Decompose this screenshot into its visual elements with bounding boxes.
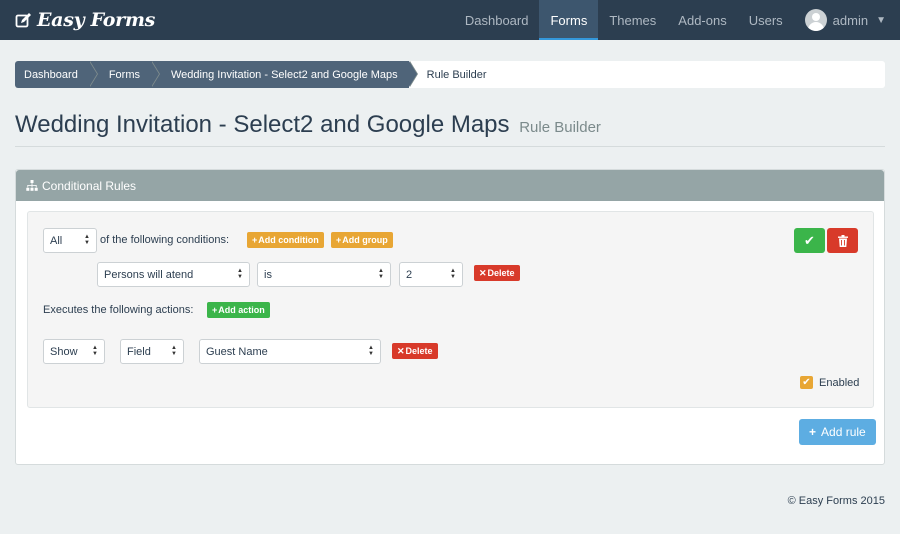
action-target-value: Field [127, 345, 151, 358]
action-field-value: Guest Name [206, 345, 268, 358]
user-menu[interactable]: admin ▼ [794, 0, 900, 40]
breadcrumb-item-form[interactable]: Wedding Invitation - Select2 and Google … [151, 61, 418, 88]
delete-action-label: Delete [405, 346, 433, 356]
panel-title: Conditional Rules [42, 178, 137, 193]
breadcrumb-current: Rule Builder [426, 68, 487, 81]
select-arrows-icon: ▲ ▼ [92, 345, 98, 357]
add-rule-button[interactable]: + Add rule [799, 419, 876, 445]
action-target-select[interactable]: Field ▲ ▼ [120, 339, 184, 364]
match-select[interactable]: All ▲ ▼ [43, 228, 97, 253]
checkmark-icon: ✔ [802, 377, 811, 388]
add-group-button[interactable]: + Add group [331, 232, 393, 248]
user-name: admin [832, 12, 869, 28]
enabled-checkbox[interactable]: ✔ [800, 376, 813, 389]
condition-value-value: 2 [406, 268, 413, 281]
breadcrumb-item-forms[interactable]: Forms [88, 61, 161, 88]
top-navbar: Easy Forms Dashboard Forms Themes Add-on… [0, 0, 900, 40]
action-field-select[interactable]: Guest Name ▲ ▼ [199, 339, 381, 364]
rule-card: All ▲ ▼ of the following conditions: + Add… [27, 211, 874, 408]
main-nav: Dashboard Forms Themes Add-ons Users adm… [454, 0, 900, 40]
condition-field-value: Persons will atend [104, 268, 194, 281]
caret-down-icon: ▼ [876, 14, 886, 26]
action-type-select[interactable]: Show ▲ ▼ [43, 339, 105, 364]
select-arrows-icon: ▲ ▼ [171, 345, 177, 357]
edit-icon [15, 12, 31, 27]
delete-condition-label: Delete [487, 268, 515, 278]
plus-icon: + [212, 305, 218, 315]
plus-icon: + [252, 235, 258, 245]
conditions-label: of the following conditions: [100, 234, 230, 246]
select-arrows-icon: ▲ ▼ [378, 268, 384, 280]
plus-icon: + [809, 425, 817, 439]
nav-item-dashboard[interactable]: Dashboard [454, 0, 540, 40]
trash-icon [837, 234, 848, 247]
panel-heading: Conditional Rules [16, 170, 884, 201]
add-action-button[interactable]: + Add action [207, 302, 270, 318]
close-icon: ✕ [397, 345, 405, 356]
conditional-rules-panel: Conditional Rules All ▲ ▼ of the followin… [15, 169, 885, 465]
header-divider [15, 146, 885, 147]
condition-field-select[interactable]: Persons will atend ▲ ▼ [97, 262, 250, 287]
condition-value-select[interactable]: 2 ▲ ▼ [399, 262, 463, 287]
select-arrows-icon: ▲ ▼ [450, 268, 456, 280]
delete-condition-button[interactable]: ✕ Delete [474, 265, 520, 281]
match-select-value: All [50, 234, 63, 247]
plus-icon: + [336, 235, 342, 245]
action-type-value: Show [50, 345, 78, 358]
enabled-label: Enabled [819, 377, 860, 389]
user-avatar-icon [804, 9, 827, 31]
page-title: Wedding Invitation - Select2 and Google … [15, 111, 601, 139]
condition-operator-value: is [264, 268, 272, 281]
page-title-text: Wedding Invitation - Select2 and Google … [15, 111, 510, 138]
delete-rule-button[interactable] [827, 228, 858, 253]
nav-item-users[interactable]: Users [738, 0, 794, 40]
add-group-label: Add group [342, 235, 388, 245]
check-icon: ✔ [804, 232, 815, 248]
add-condition-button[interactable]: + Add condition [247, 232, 324, 248]
save-rule-button[interactable]: ✔ [794, 228, 825, 253]
nav-item-forms[interactable]: Forms [539, 0, 599, 40]
nav-item-themes[interactable]: Themes [598, 0, 667, 40]
close-icon: ✕ [479, 267, 487, 278]
breadcrumb: Dashboard Forms Wedding Invitation - Sel… [15, 61, 885, 88]
add-condition-label: Add condition [258, 235, 319, 245]
brand-logo[interactable]: Easy Forms [15, 0, 155, 40]
nav-item-add-ons[interactable]: Add-ons [667, 0, 737, 40]
actions-label: Executes the following actions: [43, 304, 194, 316]
page-subtitle: Rule Builder [519, 119, 601, 136]
add-action-label: Add action [218, 305, 265, 315]
sitemap-icon [26, 180, 38, 191]
footer-copyright: © Easy Forms 2015 [787, 495, 885, 507]
add-rule-label: Add rule [821, 425, 866, 439]
select-arrows-icon: ▲ ▼ [237, 268, 243, 280]
brand-name: Easy Forms [37, 9, 156, 31]
breadcrumb-item-dashboard[interactable]: Dashboard [15, 61, 98, 88]
select-arrows-icon: ▲ ▼ [84, 234, 90, 246]
condition-operator-select[interactable]: is ▲ ▼ [257, 262, 391, 287]
delete-action-button[interactable]: ✕ Delete [392, 343, 438, 359]
select-arrows-icon: ▲ ▼ [368, 345, 374, 357]
